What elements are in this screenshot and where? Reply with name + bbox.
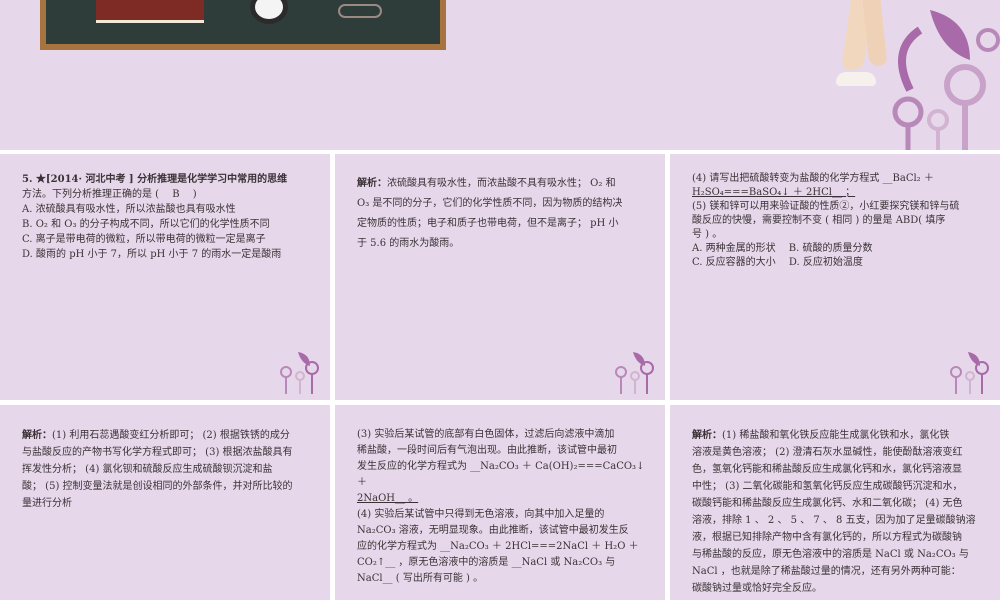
- option-d: D. 酸雨的 pH 小于 7，所以 pH 小于 7 的雨水一定是酸雨: [22, 249, 282, 260]
- option-line: A. 两种金属的形状 B. 硫酸的质量分数: [692, 243, 873, 254]
- glasses-icon: [338, 4, 382, 18]
- analysis-line: 溶液，排除 1 、 2 、 5 、 7 、 8 五支，因为加了足量碳酸钠溶: [692, 515, 976, 526]
- question-panel: (4) 请写出把硫酸转变为盐酸的化学方程式 __BaCl₂ ＋ H₂SO₄===…: [670, 154, 1000, 400]
- mini-swirl-logo-icon: [950, 352, 989, 394]
- leaf-swirl-logo-icon: [892, 10, 1000, 150]
- question-line: 酸反应的快慢，需要控制不变 ( 相同 ) 的量是 ABD( 填序: [692, 215, 946, 226]
- question-line: 应的化学方程式为 __Na₂CO₃ ＋ 2HCl===2NaCl ＋ H₂O ＋: [357, 541, 639, 552]
- question-panel: (3) 实验后某试管的底部有白色固体，过滤后向滤液中滴加 稀盐酸，一段时间后有气…: [335, 405, 665, 600]
- analysis-line: 与稀盐酸的反应，原无色溶液中的溶质是 NaCl 或 Na₂CO₃ 与: [692, 549, 969, 560]
- question-line: (4) 实验后某试管中只得到无色溶液，向其中加入足量的: [357, 509, 605, 520]
- analysis-line: (1) 稀盐酸和氧化铁反应能生成氯化铁和水，氯化铁: [722, 430, 950, 441]
- analysis-line: 定物质的性质；电子和质子也带电荷，但不是离子； pH 小: [357, 218, 619, 229]
- answer-line: H₂SO₄===BaSO₄↓ ＋ 2HCl__ ；: [692, 187, 856, 198]
- analysis-line: 中性； (3) 二氧化碳能和氢氧化钙反应生成碳酸钙沉淀和水，: [692, 481, 963, 492]
- analysis-line: 碳酸钙能和稀盐酸反应生成氯化钙、水和二氧化碳； (4) 无色: [692, 498, 963, 509]
- question-line: NaCl__ ( 写出所有可能 ) 。: [357, 573, 484, 584]
- question-text: 5. ★[2014· 河北中考 ] 分析推理是化学学习中常用的思维 方法。下列分…: [22, 172, 312, 262]
- analysis-line: 色，氢氧化钙能和稀盐酸反应生成氯化钙和水，氯化钙溶液显: [692, 464, 962, 475]
- question-line: CO₂↑__ ，原无色溶液中的溶质是 __NaCl 或 Na₂CO₃ 与: [357, 557, 616, 568]
- question-line: 发生反应的化学方程式为 __Na₂CO₃ ＋ Ca(OH)₂===CaCO₃↓ …: [357, 461, 645, 488]
- option-line: C. 反应容器的大小 D. 反应初始温度: [692, 257, 863, 268]
- analysis-label: 解析：: [692, 430, 722, 441]
- question-line: 号 ) 。: [692, 229, 723, 240]
- question-line: 稀盐酸，一段时间后有气泡出现。由此推断，该试管中最初: [357, 445, 617, 456]
- analysis-line: O₃ 是不同的分子，它们的化学性质不同，因为物质的结构决: [357, 198, 623, 209]
- analysis-line: 挥发性分析； (4) 氯化钡和硫酸反应生成硫酸钡沉淀和盐: [22, 464, 273, 475]
- analysis-line: NaCl ，也就是除了稀盐酸过量的情况，还有另外两种可能：: [692, 566, 961, 577]
- option-a: A. 浓硫酸具有吸水性，所以浓盐酸也具有吸水性: [22, 204, 236, 215]
- analysis-label: 解析：: [22, 430, 52, 441]
- analysis-label: 解析：: [357, 178, 387, 189]
- analysis-line: 酸； (5) 控制变量法就是创设相同的外部条件，并对所比较的: [22, 481, 293, 492]
- analysis-line: 与盐酸反应的产物书写化学方程式即可； (3) 根据浓盐酸具有: [22, 447, 293, 458]
- analysis-line: (1) 利用石蕊遇酸变红分析即可； (2) 根据铁锈的成分: [52, 430, 290, 441]
- question-line: Na₂CO₃ 溶液，无明显现象。由此推断，该试管中最初发生反: [357, 525, 629, 536]
- answer-line: 2NaOH__ 。: [357, 493, 419, 504]
- question-line: 方法。下列分析推理正确的是 ( B ): [22, 189, 197, 200]
- mini-swirl-logo-icon: [615, 352, 654, 394]
- option-b: B. O₂ 和 O₃ 的分子构成不同，所以它们的化学性质不同: [22, 219, 270, 230]
- question-line: (3) 实验后某试管的底部有白色固体，过滤后向滤液中滴加: [357, 429, 615, 440]
- analysis-line: 溶液是黄色溶液； (2) 澄清石灰水显碱性，能使酚酞溶液变红: [692, 447, 963, 458]
- option-c: C. 离子是带电荷的微粒，所以带电荷的微粒一定是离子: [22, 234, 266, 245]
- mini-swirl-logo-icon: [280, 352, 319, 394]
- analysis-panel: 解析：浓硫酸具有吸水性，而浓盐酸不具有吸水性； O₂ 和 O₃ 是不同的分子，它…: [335, 154, 665, 400]
- analysis-panel: 解析：(1) 利用石蕊遇酸变红分析即可； (2) 根据铁锈的成分 与盐酸反应的产…: [0, 405, 330, 600]
- question-line: 5. ★[2014· 河北中考 ] 分析推理是化学学习中常用的思维: [22, 174, 288, 185]
- analysis-line: 碳酸钠过量或恰好完全反应。: [692, 583, 822, 594]
- question-text: (3) 实验后某试管的底部有白色固体，过滤后向滤液中滴加 稀盐酸，一段时间后有气…: [357, 427, 653, 587]
- analysis-text: 解析：浓硫酸具有吸水性，而浓盐酸不具有吸水性； O₂ 和 O₃ 是不同的分子，它…: [357, 174, 649, 254]
- analysis-line: 于 5.6 的雨水为酸雨。: [357, 238, 460, 249]
- header-banner: [0, 0, 1000, 150]
- analysis-text: 解析：(1) 稀盐酸和氧化铁反应能生成氯化铁和水，氯化铁 溶液是黄色溶液； (2…: [692, 427, 986, 597]
- analysis-line: 浓硫酸具有吸水性，而浓盐酸不具有吸水性； O₂ 和: [387, 178, 616, 189]
- analysis-text: 解析：(1) 利用石蕊遇酸变红分析即可； (2) 根据铁锈的成分 与盐酸反应的产…: [22, 427, 316, 512]
- analysis-panel: 解析：(1) 稀盐酸和氧化铁反应能生成氯化铁和水，氯化铁 溶液是黄色溶液； (2…: [670, 405, 1000, 600]
- question-panel: 5. ★[2014· 河北中考 ] 分析推理是化学学习中常用的思维 方法。下列分…: [0, 154, 330, 400]
- analysis-line: 液，根据已知排除产物中含有氯化钙的，所以方程式为碳酸钠: [692, 532, 962, 543]
- question-line: (4) 请写出把硫酸转变为盐酸的化学方程式 __BaCl₂ ＋: [692, 173, 934, 184]
- question-line: (5) 镁和锌可以用来验证酸的性质②，小红要探究镁和锌与硫: [692, 201, 960, 212]
- books-icon: [96, 0, 204, 23]
- question-text: (4) 请写出把硫酸转变为盐酸的化学方程式 __BaCl₂ ＋ H₂SO₄===…: [692, 172, 986, 270]
- analysis-line: 量进行分析: [22, 498, 72, 509]
